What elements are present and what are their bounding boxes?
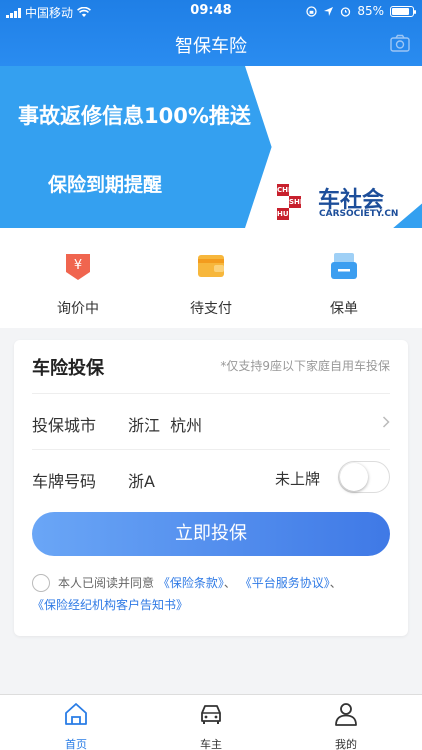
promo-banner[interactable]: 事故返修信息100%推送 保险到期提醒 CHE SHE HUI 车社会 CARS…	[0, 66, 422, 228]
tab-bar: 首页 车主 我的	[0, 694, 422, 750]
separator: 、	[223, 576, 236, 590]
tab-profile[interactable]: 我的	[306, 701, 386, 750]
insurance-form-card: 车险投保 *仅支持9座以下家庭自用车投保 投保城市 浙江 杭州 车牌号码 浙A …	[14, 340, 408, 636]
plate-label: 车牌号码	[32, 472, 97, 491]
plate-row: 车牌号码 浙A 未上牌	[32, 449, 390, 505]
lock-rotation-icon	[306, 5, 317, 17]
tab-home[interactable]: 首页	[36, 701, 116, 750]
status-bar: 中国移动 09:48 85%	[0, 0, 422, 24]
plate-input[interactable]: 浙A	[128, 468, 155, 492]
banner-headline: 事故返修信息100%推送	[18, 104, 251, 128]
city-value: 浙江 杭州	[128, 416, 203, 435]
home-icon	[65, 703, 87, 725]
link-broker-notice[interactable]: 《保险经纪机构客户告知书》	[32, 598, 188, 612]
logo-cell: SHE	[289, 196, 305, 208]
banner-subline: 保险到期提醒	[48, 174, 163, 196]
wallet-icon	[198, 255, 224, 277]
link-insurance-terms[interactable]: 《保险条款》	[158, 576, 224, 590]
form-note: *仅支持9座以下家庭自用车投保	[220, 359, 390, 373]
unplated-toggle[interactable]	[338, 461, 390, 493]
logo-cell: CHE	[277, 184, 293, 196]
tab-label: 首页	[65, 738, 87, 750]
form-title: 车险投保	[32, 358, 104, 379]
location-arrow-icon	[324, 6, 334, 16]
tab-label: 车主	[200, 738, 222, 750]
toggle-knob	[340, 463, 368, 491]
quick-action-policies[interactable]: 保单	[294, 250, 394, 318]
policy-tray-icon	[331, 253, 357, 279]
quick-action-pending-payment[interactable]: 待支付	[161, 250, 261, 318]
yen-badge-icon: ¥	[66, 254, 90, 280]
agreement: 本人已阅读并同意 《保险条款》、 《平台服务协议》、 《保险经纪机构客户告知书》	[32, 572, 394, 616]
carsociety-logo-mark: CHE SHE HUI	[277, 184, 313, 220]
alarm-icon	[341, 6, 351, 17]
quick-actions: ¥ 询价中 待支付 保单	[0, 228, 422, 328]
quick-action-label: 询价中	[57, 301, 99, 317]
camera-icon[interactable]	[390, 34, 410, 52]
tab-label: 我的	[335, 738, 357, 750]
battery-icon	[390, 5, 416, 17]
quick-action-label: 待支付	[190, 301, 232, 317]
city-row[interactable]: 投保城市 浙江 杭州	[32, 393, 390, 449]
logo-english-name: CARSOCIETY.CN	[319, 209, 399, 219]
user-icon	[335, 703, 357, 726]
page-title: 智保车险	[175, 36, 247, 57]
top-bar: 中国移动 09:48 85% 智保车险	[0, 0, 422, 66]
battery-percent: 85%	[357, 4, 384, 18]
svg-text:¥: ¥	[74, 258, 82, 273]
quick-action-label: 保单	[330, 301, 358, 317]
quick-action-quoting[interactable]: ¥ 询价中	[28, 250, 128, 318]
city-label: 投保城市	[32, 416, 97, 435]
link-platform-agreement[interactable]: 《平台服务协议》	[240, 576, 330, 590]
logo-cell: HUI	[277, 208, 292, 220]
separator: 、	[329, 576, 342, 590]
unplated-label: 未上牌	[274, 470, 320, 488]
submit-button[interactable]: 立即投保	[32, 512, 390, 556]
car-icon	[201, 705, 221, 724]
agree-checkbox[interactable]	[32, 574, 50, 592]
agree-text: 本人已阅读并同意	[58, 576, 155, 590]
tab-owner[interactable]: 车主	[171, 701, 251, 750]
chevron-right-icon	[382, 416, 390, 428]
